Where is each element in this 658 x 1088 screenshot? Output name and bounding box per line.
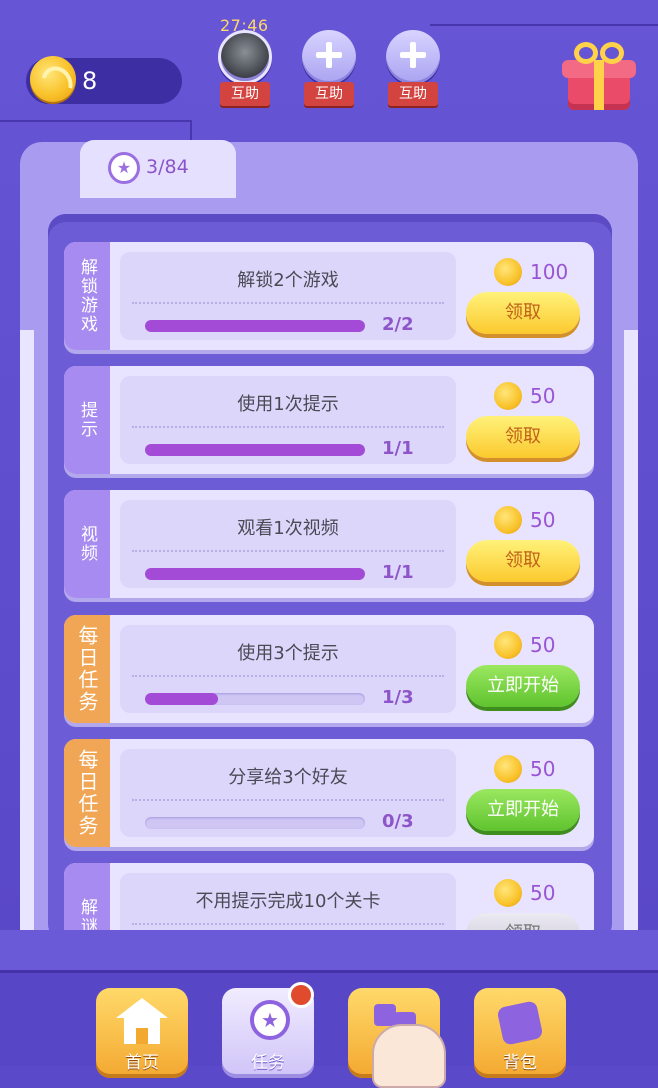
task-progress-bar bbox=[145, 444, 365, 456]
task-category-stripe: 每日任务 bbox=[64, 615, 110, 723]
nav-label: 首页 bbox=[125, 1053, 159, 1073]
task-reward: 50 bbox=[530, 633, 556, 657]
bg-seam bbox=[430, 24, 658, 26]
task-title: 使用3个提示 bbox=[237, 643, 339, 664]
divider bbox=[132, 675, 444, 677]
task-body: 使用1次提示 1/1 bbox=[120, 376, 456, 464]
divider bbox=[132, 550, 444, 552]
add-helper-circle bbox=[302, 30, 356, 84]
helper-tag: 互助 bbox=[220, 82, 270, 106]
task-category-stripe: 视频 bbox=[64, 490, 110, 598]
task-progress-text: 2/2 bbox=[382, 314, 414, 335]
task-reward: 50 bbox=[530, 508, 556, 532]
helper-tag: 互助 bbox=[304, 82, 354, 106]
task-body: 解锁2个游戏 2/2 bbox=[120, 252, 456, 340]
task-category: 提示 bbox=[77, 401, 97, 439]
tutorial-hand-icon bbox=[372, 1024, 446, 1088]
nav-backpack-button[interactable]: 背包 bbox=[474, 988, 566, 1078]
nav-label: 任务 bbox=[251, 1053, 285, 1073]
divider bbox=[132, 799, 444, 801]
bottom-nav-rim bbox=[0, 930, 658, 970]
bg-seam bbox=[0, 120, 190, 122]
task-title: 解锁2个游戏 bbox=[237, 270, 339, 291]
task-card: 提示 使用1次提示 1/1 50 领取 bbox=[64, 366, 594, 474]
divider bbox=[132, 302, 444, 304]
gift-bow bbox=[600, 42, 624, 64]
notification-dot bbox=[288, 982, 314, 1008]
helper-tag: 互助 bbox=[388, 82, 438, 106]
task-category: 每日任务 bbox=[75, 625, 99, 713]
task-card: 每日任务 分享给3个好友 0/3 50 立即开始 bbox=[64, 739, 594, 847]
task-title: 观看1次视频 bbox=[237, 518, 339, 539]
task-body: 观看1次视频 1/1 bbox=[120, 500, 456, 588]
task-category: 视频 bbox=[77, 525, 97, 563]
coin-icon bbox=[494, 631, 522, 659]
task-progress-bar bbox=[145, 817, 365, 829]
add-helper-circle bbox=[386, 30, 440, 84]
task-card: 解锁游戏 解锁2个游戏 2/2 100 领取 bbox=[64, 242, 594, 350]
panel-side-rail bbox=[20, 330, 34, 942]
gift-ribbon bbox=[594, 60, 604, 110]
task-reward: 50 bbox=[530, 881, 556, 905]
home-icon bbox=[112, 998, 172, 1046]
puzzle-icon bbox=[490, 998, 550, 1046]
coin-icon bbox=[494, 879, 522, 907]
divider bbox=[132, 426, 444, 428]
task-category: 解锁游戏 bbox=[77, 258, 97, 334]
coin-count: 8 bbox=[82, 67, 98, 95]
task-category-stripe: 提示 bbox=[64, 366, 110, 474]
gift-bow bbox=[574, 42, 598, 64]
task-card: 每日任务 使用3个提示 1/3 50 立即开始 bbox=[64, 615, 594, 723]
task-category-stripe: 每日任务 bbox=[64, 739, 110, 847]
task-progress-text: 1/1 bbox=[382, 438, 414, 459]
task-card: 视频 观看1次视频 1/1 50 领取 bbox=[64, 490, 594, 598]
task-progress-text: 0/3 bbox=[382, 811, 414, 832]
task-star-icon: ★ bbox=[238, 998, 298, 1046]
task-title: 不用提示完成10个关卡 bbox=[195, 891, 381, 912]
task-progress-fill bbox=[145, 568, 365, 580]
coin-icon bbox=[494, 506, 522, 534]
panel-side-rail bbox=[624, 330, 638, 942]
task-progress-total: 3/84 bbox=[146, 156, 189, 178]
nav-label: 背包 bbox=[503, 1053, 537, 1073]
task-title: 分享给3个好友 bbox=[228, 767, 348, 788]
task-action-button[interactable]: 立即开始 bbox=[466, 665, 580, 707]
coin-icon bbox=[494, 258, 522, 286]
task-reward: 100 bbox=[530, 260, 569, 284]
task-progress-bar bbox=[145, 693, 365, 705]
task-action-button[interactable]: 领取 bbox=[466, 540, 580, 582]
task-action-button[interactable]: 领取 bbox=[466, 292, 580, 334]
task-action-button[interactable]: 领取 bbox=[466, 416, 580, 458]
coin-icon bbox=[30, 56, 76, 102]
coin-icon bbox=[494, 755, 522, 783]
task-progress-fill bbox=[145, 693, 218, 705]
task-reward: 50 bbox=[530, 757, 556, 781]
plus-icon bbox=[400, 42, 426, 68]
task-category: 每日任务 bbox=[75, 749, 99, 837]
task-category-stripe: 解锁游戏 bbox=[64, 242, 110, 350]
plus-icon bbox=[316, 42, 342, 68]
task-progress-bar bbox=[145, 320, 365, 332]
coin-icon bbox=[494, 382, 522, 410]
star-icon: ★ bbox=[108, 152, 140, 184]
helper-slot-1[interactable]: 互助 bbox=[218, 30, 272, 110]
task-action-button[interactable]: 立即开始 bbox=[466, 789, 580, 831]
friend-avatar bbox=[218, 30, 272, 84]
task-reward: 50 bbox=[530, 384, 556, 408]
divider bbox=[132, 923, 444, 925]
task-progress-text: 1/1 bbox=[382, 562, 414, 583]
task-body: 分享给3个好友 0/3 bbox=[120, 749, 456, 837]
helper-slot-2[interactable]: 互助 bbox=[302, 30, 356, 110]
task-progress-fill bbox=[145, 320, 365, 332]
task-progress-text: 1/3 bbox=[382, 687, 414, 708]
task-body: 使用3个提示 1/3 bbox=[120, 625, 456, 713]
nav-home-button[interactable]: 首页 bbox=[96, 988, 188, 1078]
helper-slot-3[interactable]: 互助 bbox=[386, 30, 440, 110]
gift-box-icon[interactable] bbox=[562, 42, 636, 112]
task-progress-bar bbox=[145, 568, 365, 580]
task-title: 使用1次提示 bbox=[237, 394, 339, 415]
task-progress-fill bbox=[145, 444, 365, 456]
